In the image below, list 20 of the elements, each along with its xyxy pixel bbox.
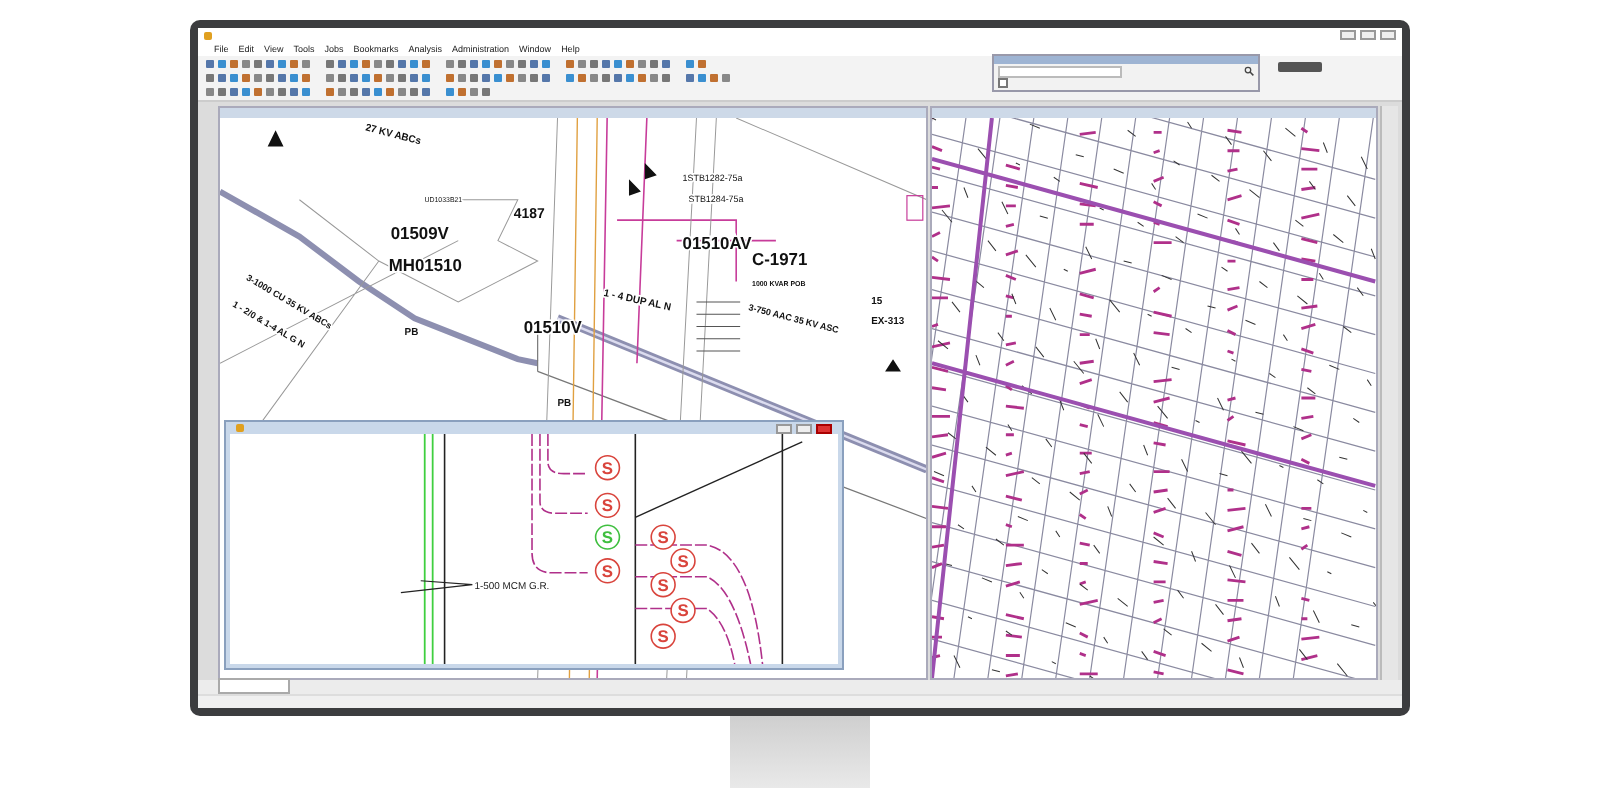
layout-tab[interactable] [218, 678, 290, 694]
switch-symbol: S [594, 492, 621, 519]
switch-symbol: S [594, 558, 621, 584]
switch-symbol: S [670, 597, 696, 624]
search-field[interactable] [998, 65, 1122, 77]
map-label: C-1971 [752, 248, 808, 270]
checkbox[interactable] [998, 78, 1008, 88]
search-icon[interactable] [1244, 66, 1254, 76]
switch-symbol: S [594, 455, 621, 481]
logo-icon [1278, 62, 1322, 72]
app-icon [204, 31, 212, 39]
monitor-stand [730, 716, 870, 788]
map-label: MH01510 [388, 255, 462, 276]
app-icon [236, 424, 244, 432]
switch-symbol: S [650, 572, 676, 598]
map-label: 01509V [390, 222, 449, 243]
switch-symbol: S [650, 524, 676, 550]
switch-symbol: S [594, 524, 621, 550]
switch-symbol: S [670, 548, 696, 574]
switch-symbol: S [650, 623, 676, 649]
